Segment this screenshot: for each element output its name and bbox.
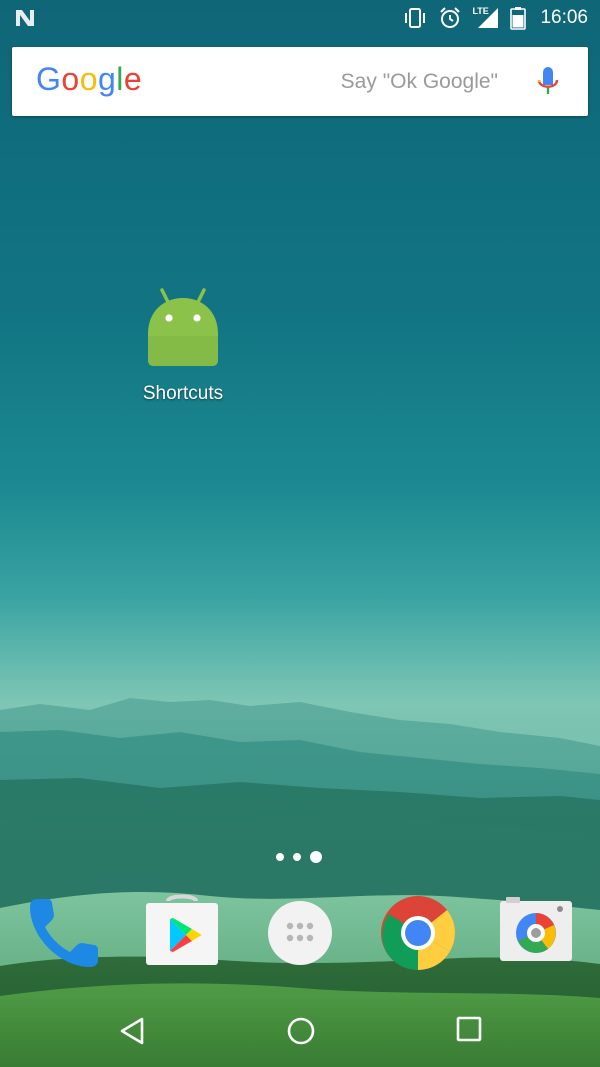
home-icon[interactable] <box>286 1016 316 1046</box>
battery-icon <box>510 7 527 30</box>
signal-icon: LTE <box>472 6 500 30</box>
shortcuts-app-icon[interactable]: Shortcuts <box>128 284 238 405</box>
clock: 16:06 <box>540 7 588 28</box>
alarm-icon <box>440 7 461 28</box>
camera-icon[interactable] <box>496 893 576 973</box>
phone-icon[interactable] <box>24 893 104 973</box>
search-placeholder: Say "Ok Google" <box>340 70 498 93</box>
vibrate-icon <box>405 8 426 28</box>
navigation-bar <box>0 996 600 1067</box>
play-store-icon[interactable] <box>142 893 222 973</box>
page-indicator <box>276 851 331 863</box>
page-dot-active <box>310 851 322 863</box>
microphone-icon[interactable] <box>536 65 560 99</box>
page-dot <box>276 853 284 861</box>
back-icon[interactable] <box>118 1016 146 1046</box>
android-icon <box>148 288 218 366</box>
chrome-icon[interactable] <box>378 893 458 973</box>
page-dot <box>293 853 301 861</box>
dock <box>0 893 600 973</box>
status-bar: LTE 16:06 <box>0 0 600 36</box>
google-search-bar[interactable]: Google Say "Ok Google" <box>12 47 588 116</box>
n-notification-icon <box>16 10 34 26</box>
recents-icon[interactable] <box>456 1016 482 1042</box>
shortcuts-app-label: Shortcuts <box>142 383 224 404</box>
google-logo: Google <box>36 61 143 97</box>
app-drawer-icon[interactable] <box>260 893 340 973</box>
